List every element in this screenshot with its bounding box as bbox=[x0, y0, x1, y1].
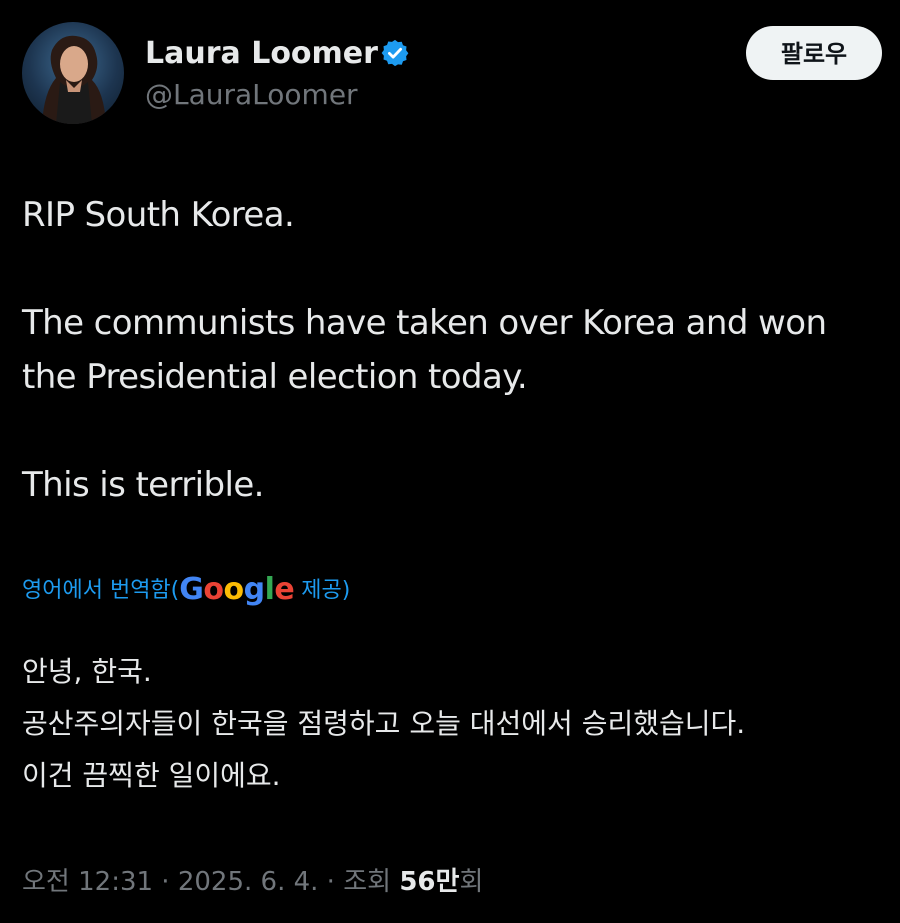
tweet-date[interactable]: 2025. 6. 4. bbox=[178, 867, 319, 897]
follow-button[interactable]: 팔로우 bbox=[746, 26, 882, 80]
profile-photo bbox=[42, 35, 106, 124]
tweet-text: RIP South Korea. The communists have tak… bbox=[22, 188, 892, 512]
tweet-line: This is terrible. bbox=[22, 465, 264, 505]
tweet-header: Laura Loomer @LauraLoomer 팔로우 bbox=[0, 0, 900, 140]
translated-line: 공산주의자들이 한국을 점령하고 오늘 대선에서 승리했습니다. bbox=[22, 707, 746, 740]
translated-line: 이건 끔찍한 일이에요. bbox=[22, 759, 281, 792]
translation-notice-prefix: 영어에서 번역함( bbox=[22, 578, 180, 603]
translation-notice[interactable]: 영어에서 번역함(Google 제공) bbox=[22, 570, 350, 610]
views-count[interactable]: 56만 bbox=[399, 867, 459, 897]
user-handle[interactable]: @LauraLoomer bbox=[145, 78, 358, 112]
tweet-time[interactable]: 오전 12:31 bbox=[22, 867, 153, 897]
translated-line: 안녕, 한국. bbox=[22, 655, 152, 688]
tweet-line: RIP South Korea. bbox=[22, 195, 295, 235]
verified-badge-icon bbox=[381, 39, 409, 67]
tweet-line: The communists have taken over Korea and… bbox=[22, 303, 827, 343]
views-suffix: 회 bbox=[459, 867, 484, 897]
tweet-line: the Presidential election today. bbox=[22, 357, 528, 397]
views-label: 조회 bbox=[343, 867, 400, 897]
tweet-metadata: 오전 12:31 · 2025. 6. 4. · 조회 56만회 bbox=[22, 867, 484, 897]
translation-notice-suffix: 제공) bbox=[294, 578, 351, 603]
avatar[interactable] bbox=[22, 22, 124, 124]
display-name[interactable]: Laura Loomer bbox=[145, 36, 378, 72]
translated-text: 안녕, 한국. 공산주의자들이 한국을 점령하고 오늘 대선에서 승리했습니다.… bbox=[22, 646, 892, 802]
google-logo: Google bbox=[179, 572, 295, 607]
